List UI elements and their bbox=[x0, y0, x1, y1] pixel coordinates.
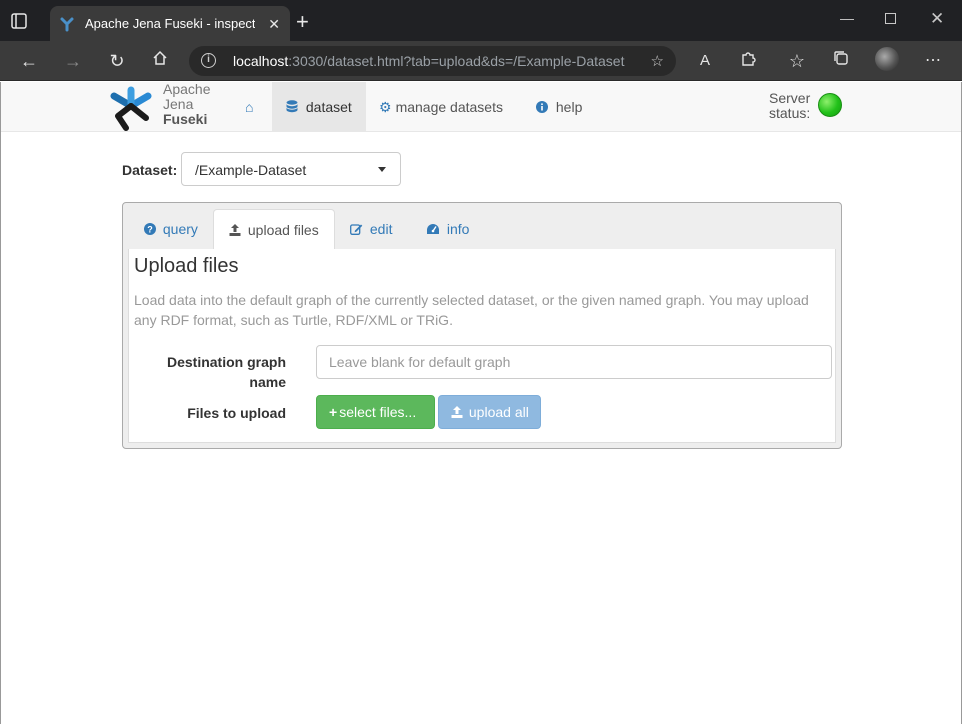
extensions-icon[interactable] bbox=[736, 49, 760, 73]
svg-text:?: ? bbox=[147, 224, 153, 234]
page-content: Apache Jena Fuseki ⌂ dataset ⚙ manage dat… bbox=[0, 82, 962, 724]
question-circle-icon: ? bbox=[144, 221, 160, 237]
browser-tab[interactable]: Apache Jena Fuseki - inspect dat ✕ bbox=[50, 6, 290, 41]
refresh-icon[interactable]: ↻ bbox=[105, 49, 129, 73]
favorites-icon[interactable]: ☆ bbox=[785, 49, 809, 73]
window-close-icon[interactable]: ✕ bbox=[930, 9, 944, 29]
logo-line-apache: Apache bbox=[163, 81, 211, 97]
nav-manage-datasets[interactable]: ⚙ manage datasets bbox=[365, 82, 517, 132]
nav-dataset-label: dataset bbox=[305, 99, 352, 115]
home-icon: ⌂ bbox=[245, 99, 254, 115]
tab-upload-label: upload files bbox=[247, 222, 319, 238]
tab-close-icon[interactable]: ✕ bbox=[268, 16, 280, 33]
collections-icon[interactable] bbox=[829, 49, 853, 73]
tab-info-label: info bbox=[446, 221, 470, 237]
logo-text: Apache Jena Fuseki bbox=[163, 82, 210, 127]
site-info-icon[interactable]: i bbox=[201, 53, 216, 68]
new-tab-icon[interactable]: + bbox=[296, 11, 309, 33]
tab-upload-files[interactable]: upload files bbox=[213, 209, 335, 250]
tab-query-label: query bbox=[162, 221, 198, 237]
home-icon[interactable] bbox=[148, 49, 172, 73]
upload-all-button[interactable]: upload all bbox=[438, 395, 541, 429]
logo-line-jena: Jena bbox=[163, 96, 194, 112]
server-status-line1: Server bbox=[769, 90, 811, 106]
nav-home[interactable]: ⌂ bbox=[231, 82, 271, 132]
upload-panel-body: Upload files Load data into the default … bbox=[128, 249, 836, 443]
more-menu-icon[interactable]: ⋯ bbox=[921, 49, 945, 73]
upload-icon bbox=[229, 222, 245, 238]
nav-help-label: help bbox=[555, 99, 583, 115]
destination-label-line2: name bbox=[249, 374, 286, 390]
destination-label-line1: Destination graph bbox=[166, 354, 286, 370]
read-aloud-icon[interactable]: A bbox=[693, 49, 717, 73]
chevron-down-icon bbox=[378, 167, 386, 172]
fuseki-logo-icon[interactable] bbox=[106, 84, 158, 137]
tab-edit[interactable]: edit bbox=[335, 209, 407, 250]
destination-graph-input[interactable] bbox=[316, 345, 832, 379]
dataset-select[interactable]: /Example-Dataset bbox=[181, 152, 401, 186]
browser-toolbar: ← → ↻ i localhost:3030/dataset.html?tab=… bbox=[0, 41, 962, 81]
select-files-button[interactable]: + select files... bbox=[316, 395, 435, 429]
dataset-label: Dataset: bbox=[122, 162, 178, 178]
upload-all-label: upload all bbox=[468, 404, 529, 420]
tab-info[interactable]: info bbox=[411, 209, 484, 250]
upload-icon bbox=[451, 404, 467, 420]
dataset-panel: ? query upload files edit info Upload fi… bbox=[122, 202, 842, 449]
server-status-line2: status: bbox=[769, 105, 811, 121]
fuseki-favicon-icon bbox=[59, 16, 75, 37]
logo-line-fuseki: Fuseki bbox=[163, 111, 208, 127]
server-status-indicator bbox=[818, 93, 842, 117]
files-to-upload-label: Files to upload bbox=[187, 405, 286, 421]
favorite-add-icon[interactable]: ☆ bbox=[651, 52, 664, 70]
profile-avatar[interactable] bbox=[875, 47, 899, 71]
select-files-label: select files... bbox=[339, 404, 417, 420]
dataset-select-value: /Example-Dataset bbox=[195, 162, 307, 178]
maximize-icon[interactable] bbox=[885, 13, 896, 24]
plus-icon: + bbox=[329, 404, 338, 420]
tab-edit-label: edit bbox=[369, 221, 393, 237]
tab-query[interactable]: ? query bbox=[129, 209, 213, 250]
upload-help-text: Load data into the default graph of the … bbox=[134, 292, 809, 328]
tab-actions-icon[interactable] bbox=[10, 12, 38, 40]
nav-dataset[interactable]: dataset bbox=[272, 82, 366, 132]
address-bar[interactable]: i localhost:3030/dataset.html?tab=upload… bbox=[189, 46, 676, 76]
server-status-label: Server status: bbox=[769, 91, 810, 121]
minimize-icon[interactable]: — bbox=[840, 10, 854, 26]
info-icon bbox=[536, 99, 552, 115]
tab-title: Apache Jena Fuseki - inspect dat bbox=[85, 16, 255, 31]
back-icon[interactable]: ← bbox=[17, 49, 41, 73]
cogs-icon: ⚙ bbox=[379, 99, 392, 115]
nav-manage-label: manage datasets bbox=[395, 99, 503, 115]
nav-help[interactable]: help bbox=[522, 82, 596, 132]
upload-heading: Upload files bbox=[134, 255, 239, 277]
dashboard-icon bbox=[426, 221, 444, 237]
edit-icon bbox=[350, 221, 367, 237]
destination-graph-label: Destination graph name bbox=[139, 352, 286, 392]
database-icon bbox=[286, 99, 302, 115]
browser-tabstrip: Apache Jena Fuseki - inspect dat ✕ + — ✕ bbox=[0, 0, 962, 41]
url-text: localhost:3030/dataset.html?tab=upload&d… bbox=[233, 53, 625, 69]
forward-icon[interactable]: → bbox=[61, 49, 85, 73]
fuseki-navbar: Apache Jena Fuseki ⌂ dataset ⚙ manage dat… bbox=[1, 82, 961, 132]
